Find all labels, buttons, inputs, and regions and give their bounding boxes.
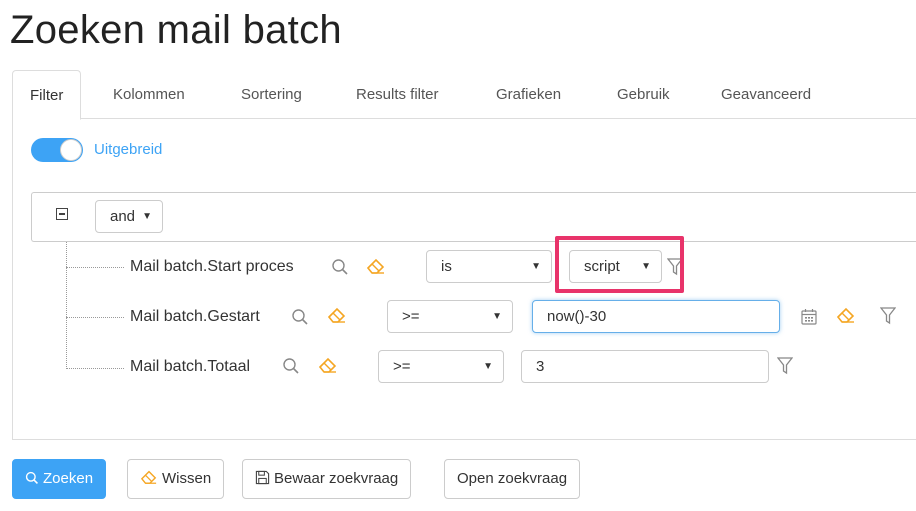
page-title: Zoeken mail batch (10, 8, 342, 52)
eraser-icon[interactable] (836, 306, 856, 329)
tab-geavanceerd[interactable]: Geavanceerd (721, 70, 811, 119)
condition-value-input[interactable]: 3 (521, 350, 769, 383)
tab-kolommen[interactable]: Kolommen (113, 70, 185, 119)
condition-field-label: Mail batch.Start proces (130, 258, 294, 275)
tab-bar: Filter Kolommen Sortering Results filter… (12, 70, 916, 120)
operator-value: is (441, 258, 452, 275)
toggle-label[interactable]: Uitgebreid (94, 141, 162, 158)
toggle-knob (60, 139, 82, 161)
group-operator-value: and (110, 208, 136, 225)
funnel-icon[interactable] (776, 357, 794, 380)
search-icon[interactable] (291, 308, 309, 331)
collapse-icon[interactable] (56, 208, 68, 220)
search-button-label: Zoeken (43, 470, 94, 487)
search-icon (25, 471, 38, 484)
operator-value: >= (393, 358, 411, 375)
save-icon (255, 470, 270, 485)
group-operator-select[interactable]: and ▼ (95, 200, 163, 233)
tree-branch (66, 368, 124, 369)
save-query-button-label: Bewaar zoekvraag (274, 470, 399, 487)
condition-operator-select[interactable]: >= ▼ (387, 300, 513, 333)
tree-branch (66, 317, 124, 318)
funnel-icon[interactable] (666, 258, 684, 281)
search-icon[interactable] (331, 258, 349, 281)
chevron-down-icon: ▼ (492, 311, 502, 322)
eraser-icon[interactable] (318, 356, 338, 379)
condition-operator-select[interactable]: is ▼ (426, 250, 552, 283)
eraser-icon[interactable] (327, 306, 347, 329)
calendar-icon[interactable] (801, 308, 817, 330)
tree-branch (66, 267, 124, 268)
condition-operator-select[interactable]: >= ▼ (378, 350, 504, 383)
value-type-select[interactable]: script ▼ (569, 250, 662, 283)
tab-gebruik[interactable]: Gebruik (617, 70, 670, 119)
condition-value-input[interactable]: now()-30 (532, 300, 780, 333)
tab-grafieken[interactable]: Grafieken (496, 70, 561, 119)
eraser-icon[interactable] (366, 257, 386, 280)
search-icon[interactable] (282, 357, 300, 380)
tab-sortering[interactable]: Sortering (241, 70, 302, 119)
tab-filter[interactable]: Filter (12, 70, 82, 120)
chevron-down-icon: ▼ (142, 211, 152, 222)
open-query-button[interactable]: Open zoekvraag (444, 459, 581, 499)
chevron-down-icon: ▼ (641, 261, 651, 272)
chevron-down-icon: ▼ (483, 361, 493, 372)
eraser-icon (140, 470, 157, 484)
condition-field-label: Mail batch.Totaal (130, 358, 251, 375)
condition-group (31, 192, 916, 242)
clear-button[interactable]: Wissen (127, 459, 225, 499)
funnel-icon[interactable] (879, 307, 897, 330)
tree-connector (66, 242, 67, 369)
save-query-button[interactable]: Bewaar zoekvraag (242, 459, 412, 499)
open-query-button-label: Open zoekvraag (457, 470, 568, 487)
condition-field-label: Mail batch.Gestart (130, 308, 260, 325)
value-type-value: script (584, 258, 620, 275)
operator-value: >= (402, 308, 420, 325)
clear-button-label: Wissen (162, 470, 212, 487)
chevron-down-icon: ▼ (531, 261, 541, 272)
tab-results-filter[interactable]: Results filter (356, 70, 439, 119)
uitgebreid-toggle[interactable] (31, 138, 83, 162)
search-button[interactable]: Zoeken (12, 459, 107, 499)
